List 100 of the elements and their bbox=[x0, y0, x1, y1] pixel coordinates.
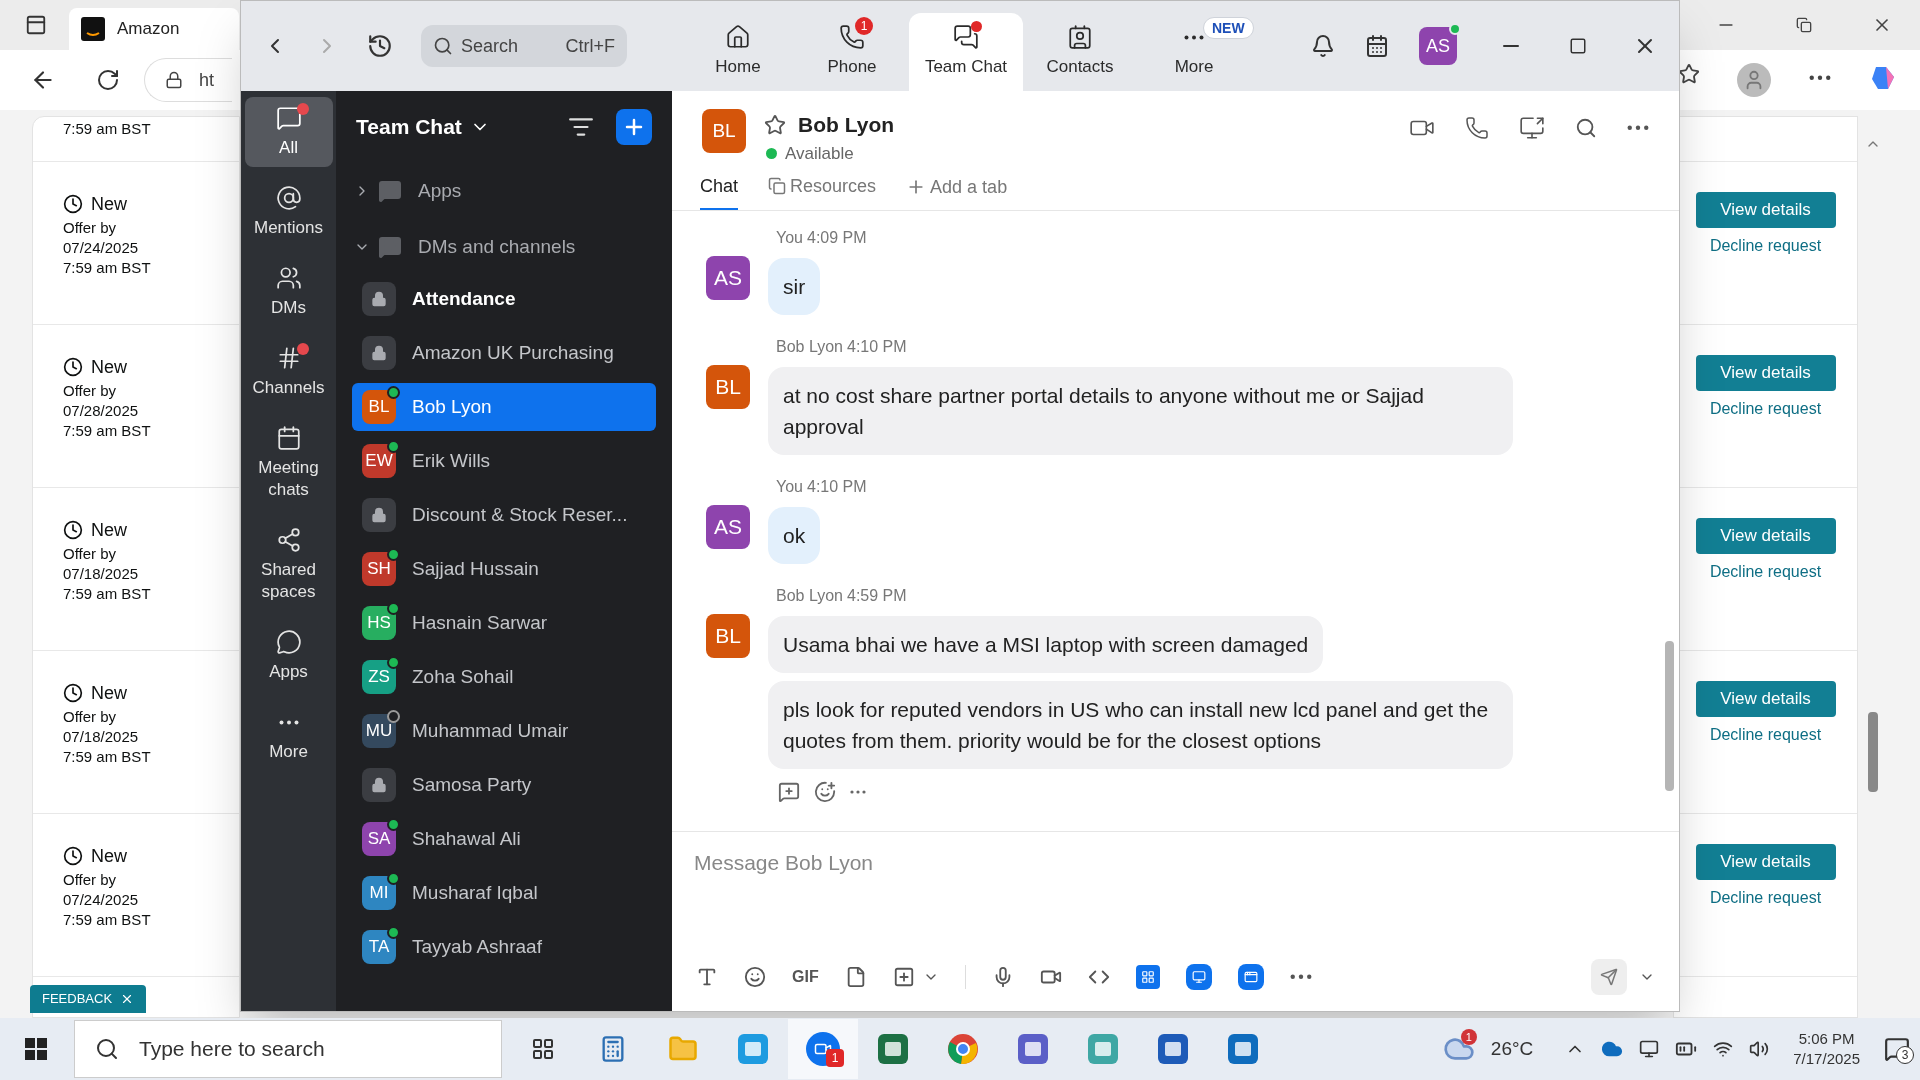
sidebar-title[interactable]: Team Chat bbox=[356, 111, 462, 143]
calendar-icon[interactable] bbox=[1365, 34, 1389, 58]
conversation-item[interactable]: HS Hasnain Sarwar bbox=[352, 599, 656, 647]
conversation-item[interactable]: BL Bob Lyon bbox=[352, 383, 656, 431]
send-button[interactable] bbox=[1591, 959, 1627, 995]
view-details-button[interactable]: View details bbox=[1695, 518, 1836, 554]
offer-time: 7:59 am BST bbox=[63, 747, 152, 767]
conversation-item[interactable]: EW Erik Wills bbox=[352, 437, 656, 485]
tab-actions-icon[interactable] bbox=[25, 14, 47, 36]
decline-request-link[interactable]: Decline request bbox=[1709, 886, 1822, 910]
rail-item[interactable]: Channels bbox=[244, 337, 333, 407]
profile-avatar[interactable] bbox=[1737, 63, 1772, 97]
nav-tab[interactable]: Team Chat bbox=[909, 13, 1023, 91]
rail-item[interactable]: DMs bbox=[244, 257, 333, 327]
favorites-icon[interactable] bbox=[1677, 63, 1700, 85]
message-bubble: at no cost share partner portal details to anyone without me or Sajjad approval bbox=[768, 367, 1513, 455]
conversation-item[interactable]: Amazon UK Purchasing bbox=[352, 329, 656, 377]
scrollbar-thumb[interactable] bbox=[1868, 712, 1878, 792]
rail-item[interactable]: All bbox=[244, 97, 333, 167]
refresh-button[interactable] bbox=[96, 68, 120, 92]
rail-item[interactable]: Shared spaces bbox=[244, 519, 333, 611]
rail-item[interactable]: Apps bbox=[244, 621, 333, 691]
start-icon[interactable] bbox=[24, 1037, 48, 1061]
offer-time: 7:59 am BST bbox=[63, 258, 152, 278]
web-browser-icon[interactable] bbox=[947, 1033, 979, 1065]
view-details-button[interactable]: View details bbox=[1695, 192, 1836, 228]
more-icon[interactable] bbox=[1808, 75, 1831, 81]
nav-tab[interactable]: Contacts bbox=[1023, 13, 1137, 91]
restore-button[interactable] bbox=[1796, 17, 1812, 33]
nav-tab[interactable]: NEW More bbox=[1137, 13, 1251, 91]
nav-tab[interactable]: Home bbox=[681, 13, 795, 91]
avatar: AS bbox=[706, 256, 750, 300]
decline-request-link[interactable]: Decline request bbox=[1709, 723, 1822, 747]
whiteboard-app-icon[interactable] bbox=[1185, 964, 1212, 990]
search-field[interactable]: Search Ctrl+F bbox=[421, 25, 627, 67]
reply-icon[interactable] bbox=[778, 781, 800, 803]
volume-icon[interactable] bbox=[1749, 1039, 1770, 1059]
task-view-icon[interactable] bbox=[531, 1037, 555, 1061]
view-details-button[interactable]: View details bbox=[1695, 844, 1836, 880]
decline-request-link[interactable]: Decline request bbox=[1709, 560, 1822, 584]
browser-tab[interactable]: Amazon bbox=[69, 8, 239, 50]
screenshot-icon[interactable] bbox=[892, 966, 915, 988]
docs-app-icon[interactable] bbox=[1135, 965, 1160, 989]
gif-button[interactable]: GIF bbox=[792, 965, 819, 989]
browser-app-icon[interactable] bbox=[736, 1032, 770, 1066]
conversation-item[interactable]: TA Tayyab Ashraaf bbox=[352, 923, 656, 971]
profile-avatar[interactable]: AS bbox=[1419, 27, 1457, 65]
chat-tab[interactable]: Chat bbox=[700, 170, 739, 210]
feedback-button[interactable]: FEEDBACK bbox=[30, 985, 147, 1013]
contact-card-icon bbox=[1067, 24, 1093, 51]
conversation-item[interactable]: Discount & Stock Reser... bbox=[352, 491, 656, 539]
team-app-icon[interactable] bbox=[1016, 1032, 1050, 1066]
monitor-icon[interactable] bbox=[1639, 1039, 1660, 1059]
view-details-button[interactable]: View details bbox=[1695, 681, 1836, 717]
phone-icon[interactable] bbox=[1465, 116, 1489, 140]
conversation-item[interactable]: MI Musharaf Iqbal bbox=[352, 869, 656, 917]
address-bar[interactable]: ht bbox=[144, 58, 232, 102]
maximize-button[interactable] bbox=[1569, 37, 1587, 55]
section-header[interactable]: Apps bbox=[336, 163, 672, 219]
spreadsheet-app-icon[interactable] bbox=[876, 1032, 910, 1066]
notes-app-icon[interactable] bbox=[1237, 964, 1264, 990]
emoji-icon[interactable] bbox=[744, 966, 766, 988]
decline-request-link[interactable]: Decline request bbox=[1709, 397, 1822, 421]
add-reaction-icon[interactable] bbox=[814, 781, 836, 803]
mail-app-icon[interactable] bbox=[1226, 1032, 1260, 1066]
more-icon[interactable] bbox=[278, 719, 299, 725]
rail-item[interactable]: More bbox=[244, 701, 333, 771]
conversation-item[interactable]: SH Sajjad Hussain bbox=[352, 545, 656, 593]
rail-item[interactable]: Meeting chats bbox=[244, 417, 333, 509]
message-input[interactable]: Message Bob Lyon bbox=[694, 846, 1657, 880]
star-icon[interactable] bbox=[764, 113, 786, 136]
conversation-item[interactable]: ZS Zoha Sohail bbox=[352, 653, 656, 701]
text-format-icon[interactable] bbox=[696, 966, 718, 988]
new-chat-button[interactable] bbox=[616, 109, 652, 145]
network-icon[interactable] bbox=[1713, 1039, 1734, 1059]
more-icon[interactable] bbox=[1289, 974, 1312, 980]
history-icon[interactable] bbox=[367, 33, 393, 59]
conversation-item[interactable]: Attendance bbox=[352, 275, 656, 323]
conversation-item[interactable]: MU Muhammad Umair bbox=[352, 707, 656, 755]
conversation-item[interactable]: Samosa Party bbox=[352, 761, 656, 809]
chat-tab[interactable]: Resources bbox=[768, 170, 877, 210]
more-icon[interactable] bbox=[1184, 34, 1204, 40]
calendar-icon bbox=[275, 425, 302, 451]
bell-icon[interactable] bbox=[1311, 34, 1335, 58]
avatar: MI bbox=[362, 876, 396, 910]
rail-item[interactable]: Mentions bbox=[244, 177, 333, 247]
document-app-icon[interactable] bbox=[1156, 1032, 1190, 1066]
scrollbar-thumb[interactable] bbox=[1665, 641, 1674, 791]
search-icon[interactable] bbox=[1575, 117, 1597, 139]
add-tab-button[interactable]: Add a tab bbox=[906, 170, 1008, 210]
nav-tab[interactable]: Phone 1 bbox=[795, 13, 909, 91]
send-icon bbox=[1600, 968, 1618, 986]
section-header[interactable]: DMs and channels bbox=[336, 219, 672, 275]
share-screen-icon[interactable] bbox=[1519, 115, 1545, 141]
conversation-item[interactable]: SA Shahawal Ali bbox=[352, 815, 656, 863]
decline-request-link[interactable]: Decline request bbox=[1709, 234, 1822, 258]
taskbar-search-field[interactable]: Type here to search bbox=[74, 1020, 502, 1078]
view-details-button[interactable]: View details bbox=[1695, 355, 1836, 391]
more-icon[interactable] bbox=[1627, 125, 1649, 131]
more-icon[interactable] bbox=[850, 790, 866, 794]
